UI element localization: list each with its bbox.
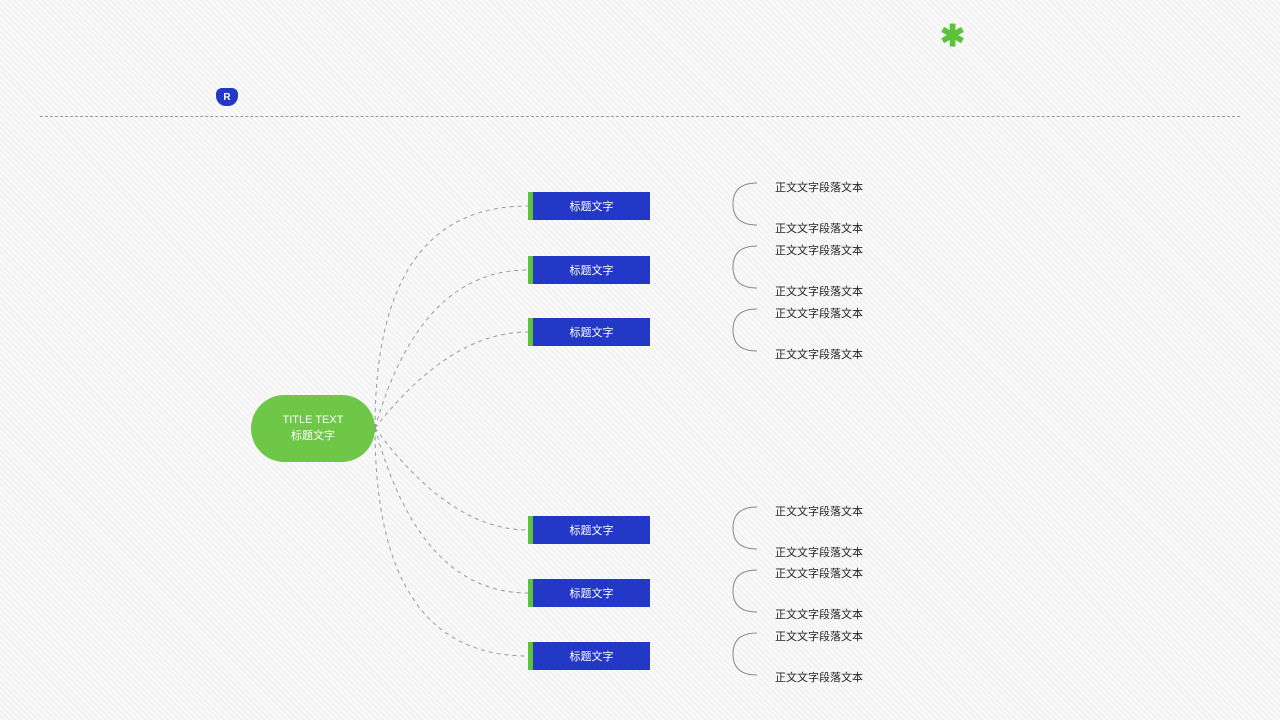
branch-node-2: 标题文字 <box>528 256 650 284</box>
node-title: 标题文字 <box>533 256 650 284</box>
body-text: 正文文字段落文本 <box>775 565 863 581</box>
body-text: 正文文字段落文本 <box>775 606 863 622</box>
body-text: 正文文字段落文本 <box>775 283 863 299</box>
body-text: 正文文字段落文本 <box>775 544 863 560</box>
body-text: 正文文字段落文本 <box>775 669 863 685</box>
body-text: 正文文字段落文本 <box>775 305 863 321</box>
root-title-cn: 标题文字 <box>291 429 335 444</box>
node-title: 标题文字 <box>533 192 650 220</box>
body-text: 正文文字段落文本 <box>775 503 863 519</box>
body-text: 正文文字段落文本 <box>775 628 863 644</box>
bracket-icon <box>727 630 763 678</box>
body-text: 正文文字段落文本 <box>775 179 863 195</box>
body-text: 正文文字段落文本 <box>775 242 863 258</box>
bracket-icon <box>727 306 763 354</box>
bracket-icon <box>727 567 763 615</box>
body-text: 正文文字段落文本 <box>775 220 863 236</box>
branch-node-4: 标题文字 <box>528 516 650 544</box>
node-title: 标题文字 <box>533 516 650 544</box>
branch-node-5: 标题文字 <box>528 579 650 607</box>
body-text: 正文文字段落文本 <box>775 346 863 362</box>
node-title: 标题文字 <box>533 642 650 670</box>
node-title: 标题文字 <box>533 318 650 346</box>
root-title-en: TITLE TEXT <box>283 413 344 428</box>
bracket-icon <box>727 243 763 291</box>
branch-node-1: 标题文字 <box>528 192 650 220</box>
branch-node-6: 标题文字 <box>528 642 650 670</box>
bracket-icon <box>727 504 763 552</box>
bracket-icon <box>727 180 763 228</box>
connector-arcs <box>0 0 1280 720</box>
node-title: 标题文字 <box>533 579 650 607</box>
branch-node-3: 标题文字 <box>528 318 650 346</box>
root-node: TITLE TEXT 标题文字 <box>251 395 375 462</box>
